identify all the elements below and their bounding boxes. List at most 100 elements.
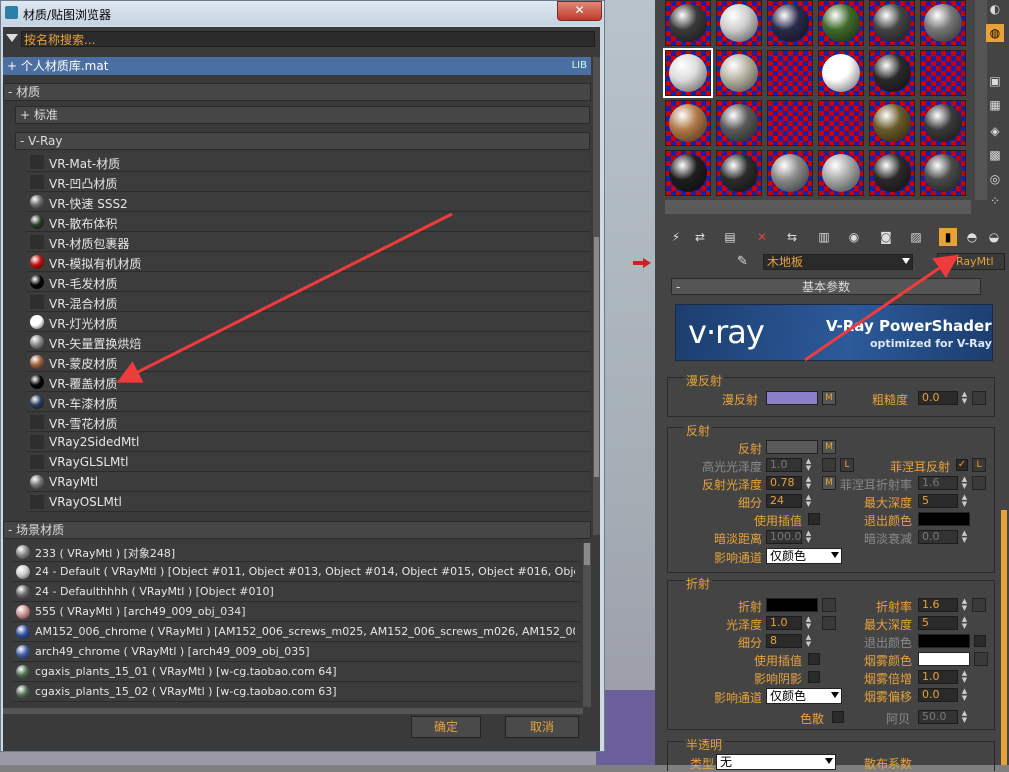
sample-slot[interactable] bbox=[869, 0, 915, 46]
hilight-gloss-map-button[interactable] bbox=[822, 458, 836, 472]
scene-material-item[interactable]: 555 ( VRayMtl ) [arch49_009_obj_034] bbox=[13, 603, 579, 622]
refl-max-depth-spinner[interactable]: ▲ ▼ bbox=[960, 494, 969, 508]
vray-material-item[interactable]: VR-Mat-材质 bbox=[27, 153, 590, 172]
scene-material-item[interactable]: 233 ( VRayMtl ) [对象248] bbox=[13, 543, 579, 562]
sample-slot[interactable] bbox=[818, 50, 864, 96]
put-to-scene-icon[interactable]: ⇄ bbox=[691, 228, 709, 246]
sample-slot[interactable] bbox=[920, 100, 966, 146]
fog-bias-field[interactable]: 0.0 bbox=[918, 688, 958, 702]
sample-slot[interactable] bbox=[665, 0, 711, 46]
scene-scrollbar-thumb[interactable] bbox=[584, 543, 590, 565]
scene-horizontal-scrollbar[interactable] bbox=[3, 708, 583, 714]
go-to-parent-icon[interactable]: ▮ bbox=[939, 228, 957, 246]
video-color-check-icon[interactable]: ◈ bbox=[986, 122, 1004, 140]
fresnel-ior-map-button[interactable] bbox=[972, 476, 986, 490]
refr-affect-channels-dropdown[interactable]: 仅颜色 bbox=[766, 688, 842, 704]
refl-gloss-map-button[interactable]: M bbox=[822, 476, 836, 490]
refr-exit-color-checkbox[interactable] bbox=[974, 635, 986, 647]
sample-slot[interactable] bbox=[665, 150, 711, 196]
dim-distance-spinner[interactable]: ▲ ▼ bbox=[804, 530, 813, 544]
eyedropper-icon[interactable]: ✎ bbox=[737, 254, 753, 270]
dialog-titlebar[interactable]: 材质/贴图浏览器 ✕ bbox=[1, 1, 604, 25]
hilight-gloss-spinner[interactable]: ▲ ▼ bbox=[804, 458, 813, 472]
fresnel-lock-button[interactable]: L bbox=[972, 458, 986, 472]
vray-material-item[interactable]: VR-散布体积 bbox=[27, 213, 590, 232]
sample-slot[interactable] bbox=[869, 150, 915, 196]
browser-scrollbar-thumb[interactable] bbox=[594, 237, 599, 477]
fresnel-ior-spinner[interactable]: ▲ ▼ bbox=[960, 476, 969, 490]
dispersion-checkbox[interactable] bbox=[832, 711, 844, 723]
scene-material-item[interactable]: cgaxis_plants_15_01 ( VRayMtl ) [w-cg.ta… bbox=[13, 663, 579, 682]
material-id-channel-icon[interactable]: ◉ bbox=[845, 228, 863, 246]
sample-slot[interactable] bbox=[716, 0, 762, 46]
sample-slot[interactable] bbox=[716, 50, 762, 96]
ior-spinner[interactable]: ▲ ▼ bbox=[960, 598, 969, 612]
sample-slot[interactable] bbox=[716, 150, 762, 196]
make-preview-icon[interactable]: ▩ bbox=[986, 146, 1004, 164]
reflect-map-button[interactable]: M bbox=[822, 440, 836, 454]
fog-color-map-button[interactable] bbox=[974, 652, 988, 666]
vray-material-item[interactable]: VR-矢量置换烘焙 bbox=[27, 333, 590, 352]
sample-type-icon[interactable]: ◐ bbox=[986, 0, 1004, 18]
sample-slot[interactable] bbox=[920, 150, 966, 196]
fog-color-swatch[interactable] bbox=[918, 652, 970, 666]
group-standard[interactable]: + 标准 bbox=[15, 106, 590, 124]
vray-material-item[interactable]: VR-快速 SSS2 bbox=[27, 193, 590, 212]
refl-affect-channels-dropdown[interactable]: 仅颜色 bbox=[766, 548, 842, 564]
search-input[interactable] bbox=[21, 31, 595, 47]
vray-material-item[interactable]: VR-混合材质 bbox=[27, 293, 590, 312]
group-scene-materials[interactable]: - 场景材质 bbox=[3, 521, 591, 539]
get-material-icon[interactable]: ⚡ bbox=[667, 228, 685, 246]
abbe-spinner[interactable]: ▲ ▼ bbox=[960, 710, 969, 724]
refr-subdivs-spinner[interactable]: ▲ ▼ bbox=[804, 634, 813, 648]
fresnel-checkbox[interactable]: ✓ bbox=[956, 459, 968, 471]
sample-slot[interactable] bbox=[716, 100, 762, 146]
background-icon[interactable]: ▣ bbox=[986, 72, 1004, 90]
sample-slot[interactable] bbox=[818, 150, 864, 196]
cancel-button[interactable]: 取消 bbox=[505, 716, 579, 738]
dim-falloff-spinner[interactable]: ▲ ▼ bbox=[960, 530, 969, 544]
material-map-navigator-icon[interactable]: ◒ bbox=[985, 228, 1003, 246]
refl-gloss-field[interactable]: 0.78 bbox=[766, 476, 802, 490]
scene-material-item[interactable]: 24 - Default ( VRayMtl ) [Object #011, O… bbox=[13, 563, 579, 582]
affect-shadows-checkbox[interactable] bbox=[808, 671, 820, 683]
vray-material-item[interactable]: VR-材质包裹器 bbox=[27, 233, 590, 252]
backlight-icon[interactable]: ◍ bbox=[986, 24, 1004, 42]
vray-material-item[interactable]: VR-蒙皮材质 bbox=[27, 353, 590, 372]
fog-multiplier-field[interactable]: 1.0 bbox=[918, 670, 958, 684]
vray-material-item[interactable]: VR-雪花材质 bbox=[27, 413, 590, 432]
scene-scrollbar[interactable] bbox=[583, 543, 591, 707]
sample-slot[interactable] bbox=[869, 50, 915, 96]
scene-material-item[interactable]: cgaxis_plants_15_02 ( VRayMtl ) [w-cg.ta… bbox=[13, 683, 579, 702]
select-by-material-icon[interactable]: ⁘ bbox=[986, 192, 1004, 210]
translucency-type-dropdown[interactable]: 无 bbox=[716, 754, 836, 770]
vray-material-item[interactable]: VR-凹凸材质 bbox=[27, 173, 590, 192]
roughness-spinner[interactable]: ▲ ▼ bbox=[960, 391, 969, 405]
dim-falloff-field[interactable]: 0.0 bbox=[918, 530, 958, 544]
refl-exit-color-swatch[interactable] bbox=[918, 512, 970, 526]
hilight-lock-button[interactable]: L bbox=[840, 458, 854, 472]
sample-slot[interactable] bbox=[767, 50, 813, 96]
ior-map-button[interactable] bbox=[972, 598, 986, 612]
refr-gloss-spinner[interactable]: ▲ ▼ bbox=[804, 616, 813, 630]
reflect-color-swatch[interactable] bbox=[766, 440, 818, 454]
sample-slot[interactable] bbox=[869, 100, 915, 146]
vray-material-item[interactable]: VR-毛发材质 bbox=[27, 273, 590, 292]
refr-exit-color-swatch[interactable] bbox=[918, 634, 970, 648]
refr-gloss-field[interactable]: 1.0 bbox=[766, 616, 802, 630]
refr-max-depth-spinner[interactable]: ▲ ▼ bbox=[960, 616, 969, 630]
refract-map-button[interactable] bbox=[822, 598, 836, 612]
sample-slot[interactable] bbox=[818, 100, 864, 146]
scene-material-item[interactable]: 24 - Defaulthhhh ( VRayMtl ) [Object #01… bbox=[13, 583, 579, 602]
uv-tiling-icon[interactable]: ▦ bbox=[986, 96, 1004, 114]
vray-material-item[interactable]: VR-模拟有机材质 bbox=[27, 253, 590, 272]
panel-scrollbar[interactable] bbox=[1001, 510, 1007, 765]
refr-use-interp-checkbox[interactable] bbox=[808, 653, 820, 665]
refl-use-interp-checkbox[interactable] bbox=[808, 513, 820, 525]
diffuse-color-swatch[interactable] bbox=[766, 391, 818, 405]
vray-material-item[interactable]: VR-车漆材质 bbox=[27, 393, 590, 412]
make-unique-icon[interactable]: ⇆ bbox=[783, 228, 801, 246]
abbe-field[interactable]: 50.0 bbox=[918, 710, 958, 724]
ior-field[interactable]: 1.6 bbox=[918, 598, 958, 612]
scene-material-item[interactable]: AM152_006_chrome ( VRayMtl ) [AM152_006_… bbox=[13, 623, 579, 642]
